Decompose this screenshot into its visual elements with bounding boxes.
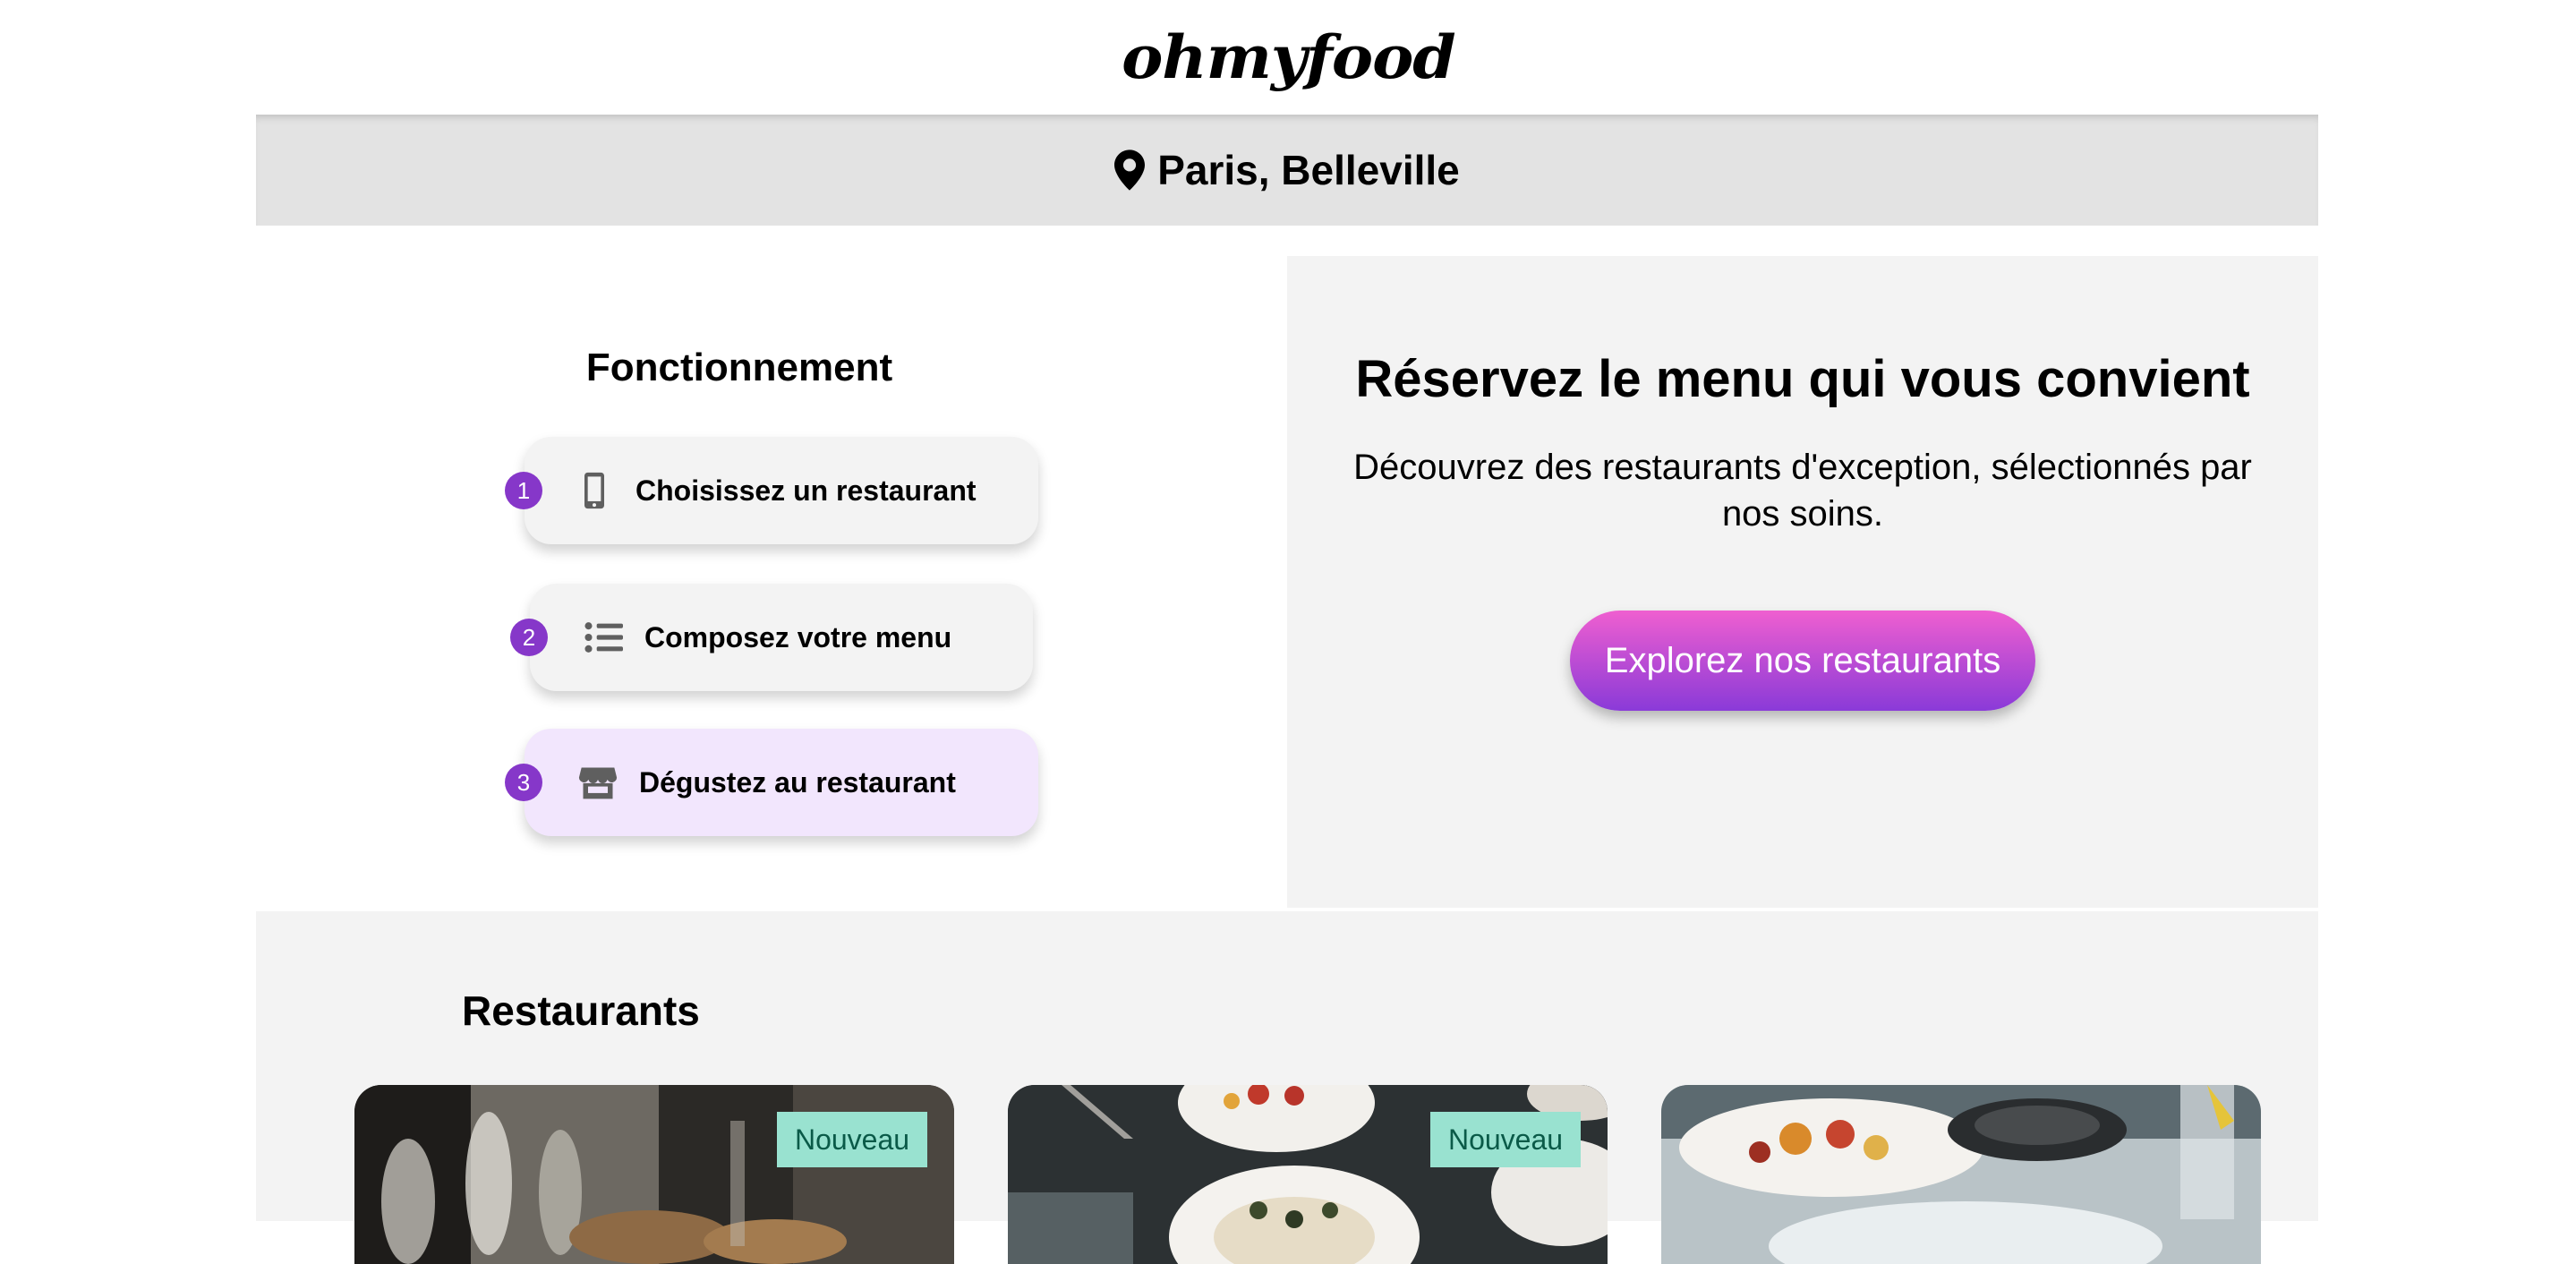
step-3[interactable]: 3 Dégustez au restaurant (505, 729, 1038, 836)
restaurants-title: Restaurants (462, 987, 700, 1034)
mobile-phone-icon (584, 472, 604, 509)
list-icon (584, 622, 623, 653)
step-label-2: Composez votre menu (644, 620, 952, 653)
restaurant-card-2[interactable]: Nouveau (1008, 1085, 1608, 1264)
step-2[interactable]: 2 Composez votre menu (510, 584, 1033, 691)
step-number-2: 2 (510, 619, 548, 656)
page: ohmyfood Paris, Belleville Fonctionnemen… (0, 0, 2576, 1264)
restaurant-card-1[interactable]: Nouveau (354, 1085, 954, 1264)
restaurant-photo-3 (1661, 1085, 2261, 1264)
promo-section: Réservez le menu qui vous convient Décou… (1287, 256, 2318, 908)
promo-title: Réservez le menu qui vous convient (1355, 350, 2250, 408)
how-it-works-section: Fonctionnement 1 Choisissez un restauran… (256, 256, 1287, 910)
location-text: Paris, Belleville (1157, 147, 1460, 193)
step-number-1: 1 (505, 472, 542, 509)
new-badge: Nouveau (777, 1112, 927, 1167)
store-icon (578, 767, 618, 799)
map-pin-icon (1114, 149, 1146, 191)
restaurant-card-3[interactable] (1661, 1085, 2261, 1264)
site-header: ohmyfood (0, 0, 2576, 115)
location-bar: Paris, Belleville (256, 115, 2318, 226)
how-it-works-title: Fonctionnement (585, 346, 893, 389)
new-badge: Nouveau (1430, 1112, 1581, 1167)
explore-restaurants-button[interactable]: Explorez nos restaurants (1570, 611, 2035, 711)
promo-text: Découvrez des restaurants d'exception, s… (1353, 448, 2252, 534)
restaurants-section: Restaurants Nouveau Nouveau (256, 911, 2318, 1264)
location-label: Paris, Belleville (1114, 146, 1460, 194)
step-label-3: Dégustez au restaurant (639, 765, 956, 799)
step-number-3: 3 (505, 764, 542, 801)
step-label-1: Choisissez un restaurant (635, 474, 977, 507)
step-1[interactable]: 1 Choisissez un restaurant (505, 437, 1038, 544)
logo[interactable]: ohmyfood (1122, 22, 1456, 92)
